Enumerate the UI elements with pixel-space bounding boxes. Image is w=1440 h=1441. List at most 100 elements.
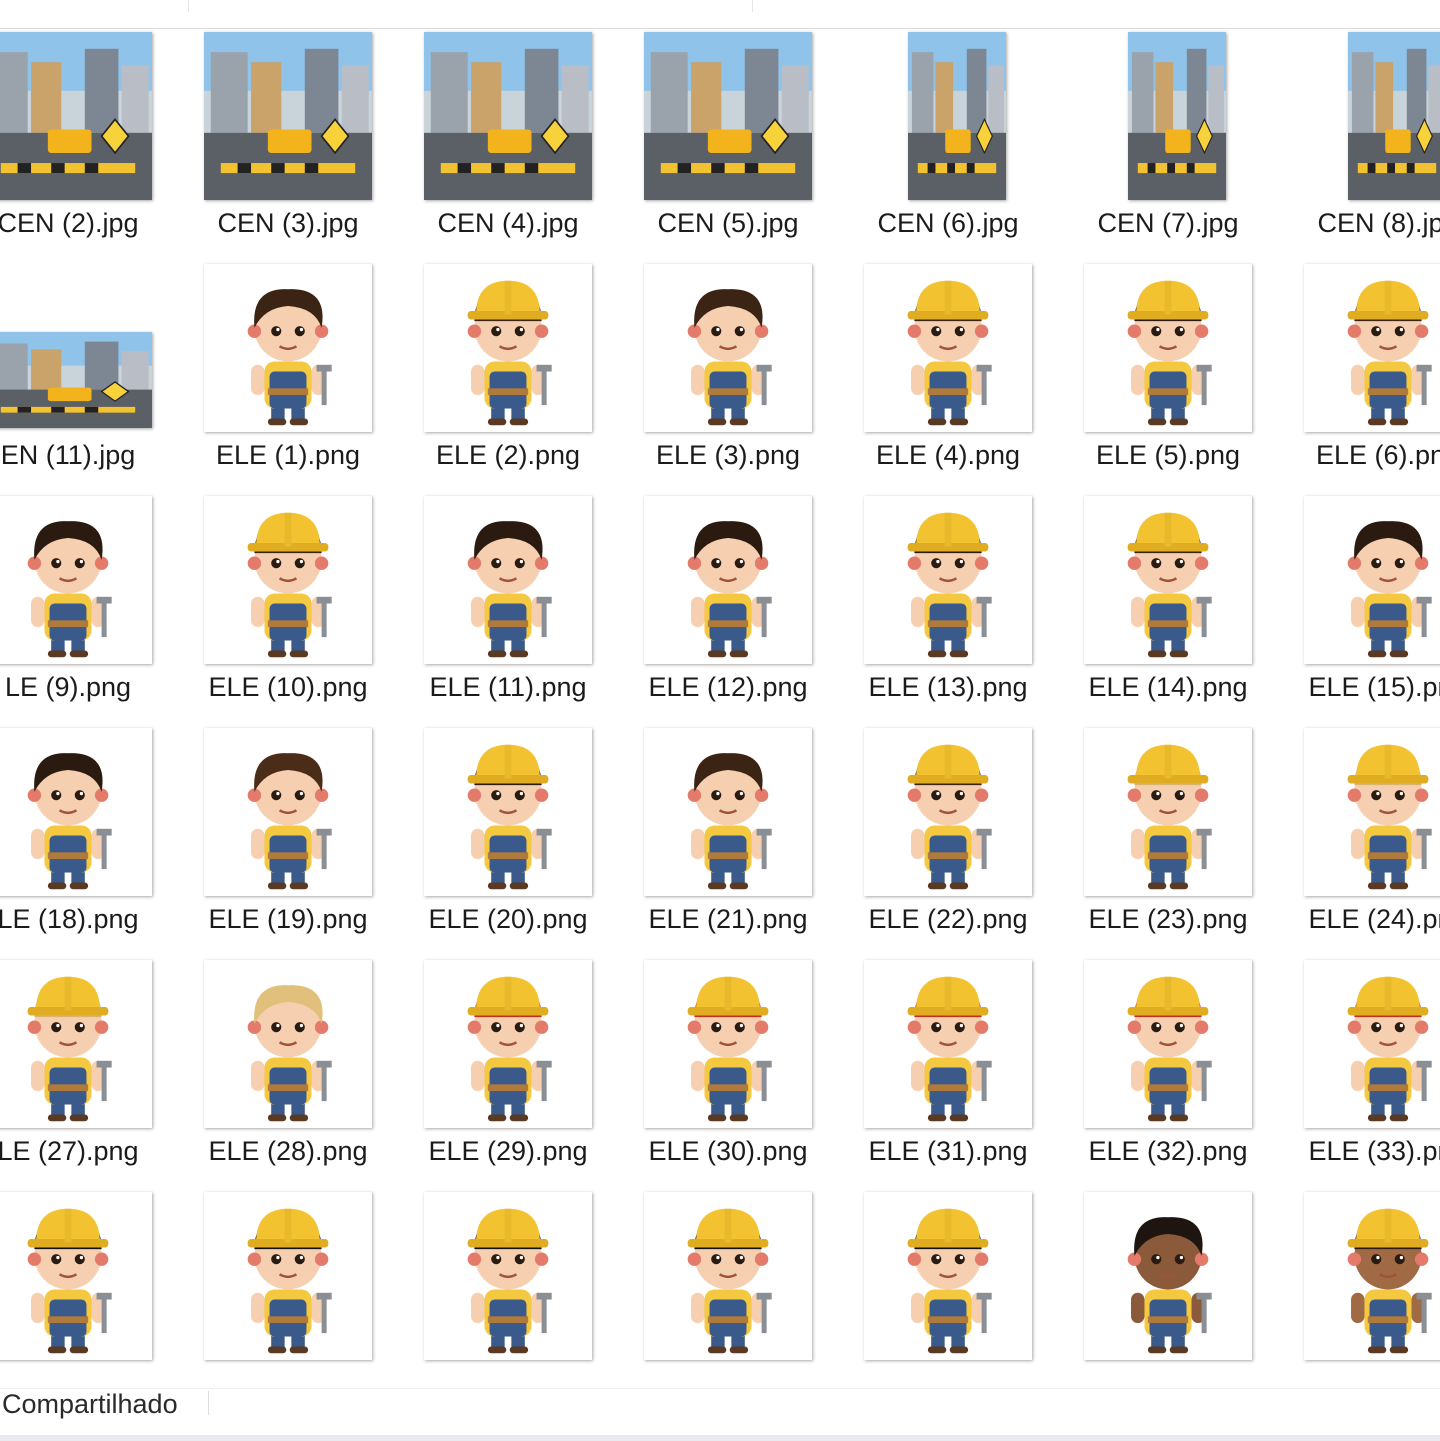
file-name-label: ELE (30).png bbox=[648, 1136, 808, 1166]
worker-kid-thumbnail bbox=[864, 960, 1032, 1128]
file-name-label: CEN (5).jpg bbox=[657, 208, 799, 238]
file-item[interactable]: ELE (12).png bbox=[628, 492, 828, 724]
file-item[interactable]: ELE (13).png bbox=[848, 492, 1048, 724]
file-name-label: ELE (33).png bbox=[1308, 1136, 1440, 1166]
file-name-label: CEN (2).jpg bbox=[0, 208, 139, 238]
worker-kid-thumbnail bbox=[204, 960, 372, 1128]
file-name-label: ELE (6).png bbox=[1315, 440, 1440, 470]
worker-kid-thumbnail bbox=[1084, 496, 1252, 664]
file-grid: CEN (2).jpg CEN (3).jpg CEN (4).jpg CEN (5)… bbox=[0, 28, 1440, 1388]
worker-kid-thumbnail bbox=[864, 496, 1032, 664]
file-item[interactable]: ELE (5).png bbox=[1068, 260, 1268, 492]
worker-kid-thumbnail bbox=[1304, 728, 1440, 896]
file-item[interactable]: ELE (20).png bbox=[408, 724, 608, 956]
file-item[interactable]: CEN (2).jpg bbox=[0, 28, 168, 260]
file-item[interactable]: ELE (29).png bbox=[408, 956, 608, 1188]
toolbar-divider bbox=[188, 0, 189, 12]
file-item[interactable]: CEN (4).jpg bbox=[408, 28, 608, 260]
file-item[interactable]: ELE (24).png bbox=[1288, 724, 1440, 956]
worker-kid-thumbnail bbox=[644, 1192, 812, 1360]
file-name-label: ELE (1).png bbox=[215, 440, 361, 470]
file-name-label: ELE (3).png bbox=[655, 440, 801, 470]
file-item[interactable] bbox=[188, 1188, 388, 1388]
file-item[interactable] bbox=[1288, 1188, 1440, 1388]
worker-kid-thumbnail bbox=[424, 264, 592, 432]
file-name-label: LE (9).png bbox=[4, 672, 132, 702]
status-bottom-line bbox=[0, 1435, 1440, 1441]
file-item[interactable]: LE (9).png bbox=[0, 492, 168, 724]
status-bar: Compartilhado bbox=[0, 1388, 1440, 1441]
file-item[interactable] bbox=[848, 1188, 1048, 1388]
status-divider bbox=[208, 1391, 209, 1415]
worker-kid-thumbnail bbox=[0, 960, 152, 1128]
worker-kid-thumbnail bbox=[864, 1192, 1032, 1360]
file-name-label: ELE (12).png bbox=[648, 672, 808, 702]
file-name-label: ELE (22).png bbox=[868, 904, 1028, 934]
file-item[interactable]: LE (18).png bbox=[0, 724, 168, 956]
file-item[interactable] bbox=[1068, 1188, 1268, 1388]
worker-kid-thumbnail bbox=[1084, 264, 1252, 432]
file-name-label: LE (27).png bbox=[0, 1136, 139, 1166]
worker-kid-thumbnail bbox=[1084, 728, 1252, 896]
file-item[interactable] bbox=[0, 1188, 168, 1388]
file-item[interactable]: CEN (3).jpg bbox=[188, 28, 388, 260]
file-item[interactable]: ELE (33).png bbox=[1288, 956, 1440, 1188]
file-name-label: ELE (11).png bbox=[429, 672, 587, 702]
file-name-label: ELE (19).png bbox=[208, 904, 368, 934]
file-item[interactable]: ELE (28).png bbox=[188, 956, 388, 1188]
file-name-label: ELE (14).png bbox=[1088, 672, 1248, 702]
file-name-label: ELE (29).png bbox=[428, 1136, 588, 1166]
worker-kid-thumbnail bbox=[424, 960, 592, 1128]
worker-kid-thumbnail bbox=[0, 728, 152, 896]
file-item[interactable]: CEN (8).jpg bbox=[1288, 28, 1440, 260]
file-item[interactable]: ELE (10).png bbox=[188, 492, 388, 724]
worker-kid-thumbnail bbox=[1304, 496, 1440, 664]
file-item[interactable]: CEN (6).jpg bbox=[848, 28, 1048, 260]
file-item[interactable]: ELE (30).png bbox=[628, 956, 828, 1188]
file-item[interactable]: LE (27).png bbox=[0, 956, 168, 1188]
worker-kid-thumbnail bbox=[864, 264, 1032, 432]
construction-scene-thumbnail bbox=[0, 32, 152, 200]
file-item[interactable]: ELE (32).png bbox=[1068, 956, 1268, 1188]
worker-kid-thumbnail bbox=[644, 496, 812, 664]
file-item[interactable]: ELE (15).png bbox=[1288, 492, 1440, 724]
file-name-label: ELE (31).png bbox=[868, 1136, 1028, 1166]
construction-scene-thumbnail bbox=[908, 32, 1006, 200]
file-item[interactable]: ELE (22).png bbox=[848, 724, 1048, 956]
file-name-label: ELE (24).png bbox=[1308, 904, 1440, 934]
file-item[interactable]: CEN (5).jpg bbox=[628, 28, 828, 260]
file-item[interactable]: ELE (2).png bbox=[408, 260, 608, 492]
file-item[interactable] bbox=[628, 1188, 828, 1388]
toolbar-strip bbox=[0, 0, 1440, 29]
file-item[interactable]: ELE (4).png bbox=[848, 260, 1048, 492]
worker-kid-thumbnail bbox=[0, 1192, 152, 1360]
file-name-label: ELE (23).png bbox=[1088, 904, 1248, 934]
construction-scene-thumbnail bbox=[204, 32, 372, 200]
file-name-label: ELE (15).png bbox=[1308, 672, 1440, 702]
file-item[interactable]: EN (11).jpg bbox=[0, 260, 168, 492]
file-item[interactable]: ELE (3).png bbox=[628, 260, 828, 492]
worker-kid-thumbnail bbox=[1304, 264, 1440, 432]
worker-kid-thumbnail bbox=[1304, 960, 1440, 1128]
file-name-label: EN (11).jpg bbox=[0, 440, 136, 470]
file-item[interactable]: ELE (6).png bbox=[1288, 260, 1440, 492]
file-item[interactable]: ELE (21).png bbox=[628, 724, 828, 956]
construction-scene-thumbnail bbox=[1348, 32, 1440, 200]
worker-kid-thumbnail bbox=[424, 496, 592, 664]
worker-kid-thumbnail bbox=[424, 1192, 592, 1360]
file-item[interactable] bbox=[408, 1188, 608, 1388]
file-item[interactable]: CEN (7).jpg bbox=[1068, 28, 1268, 260]
file-item[interactable]: ELE (1).png bbox=[188, 260, 388, 492]
file-name-label: ELE (28).png bbox=[208, 1136, 368, 1166]
file-name-label: ELE (5).png bbox=[1095, 440, 1241, 470]
file-item[interactable]: ELE (31).png bbox=[848, 956, 1048, 1188]
file-item[interactable]: ELE (19).png bbox=[188, 724, 388, 956]
file-name-label: CEN (4).jpg bbox=[437, 208, 579, 238]
worker-kid-thumbnail bbox=[864, 728, 1032, 896]
file-item[interactable]: ELE (14).png bbox=[1068, 492, 1268, 724]
file-item[interactable]: ELE (23).png bbox=[1068, 724, 1268, 956]
file-item[interactable]: ELE (11).png bbox=[408, 492, 608, 724]
worker-kid-thumbnail bbox=[204, 1192, 372, 1360]
worker-kid-thumbnail bbox=[1304, 1192, 1440, 1360]
worker-kid-thumbnail bbox=[644, 960, 812, 1128]
